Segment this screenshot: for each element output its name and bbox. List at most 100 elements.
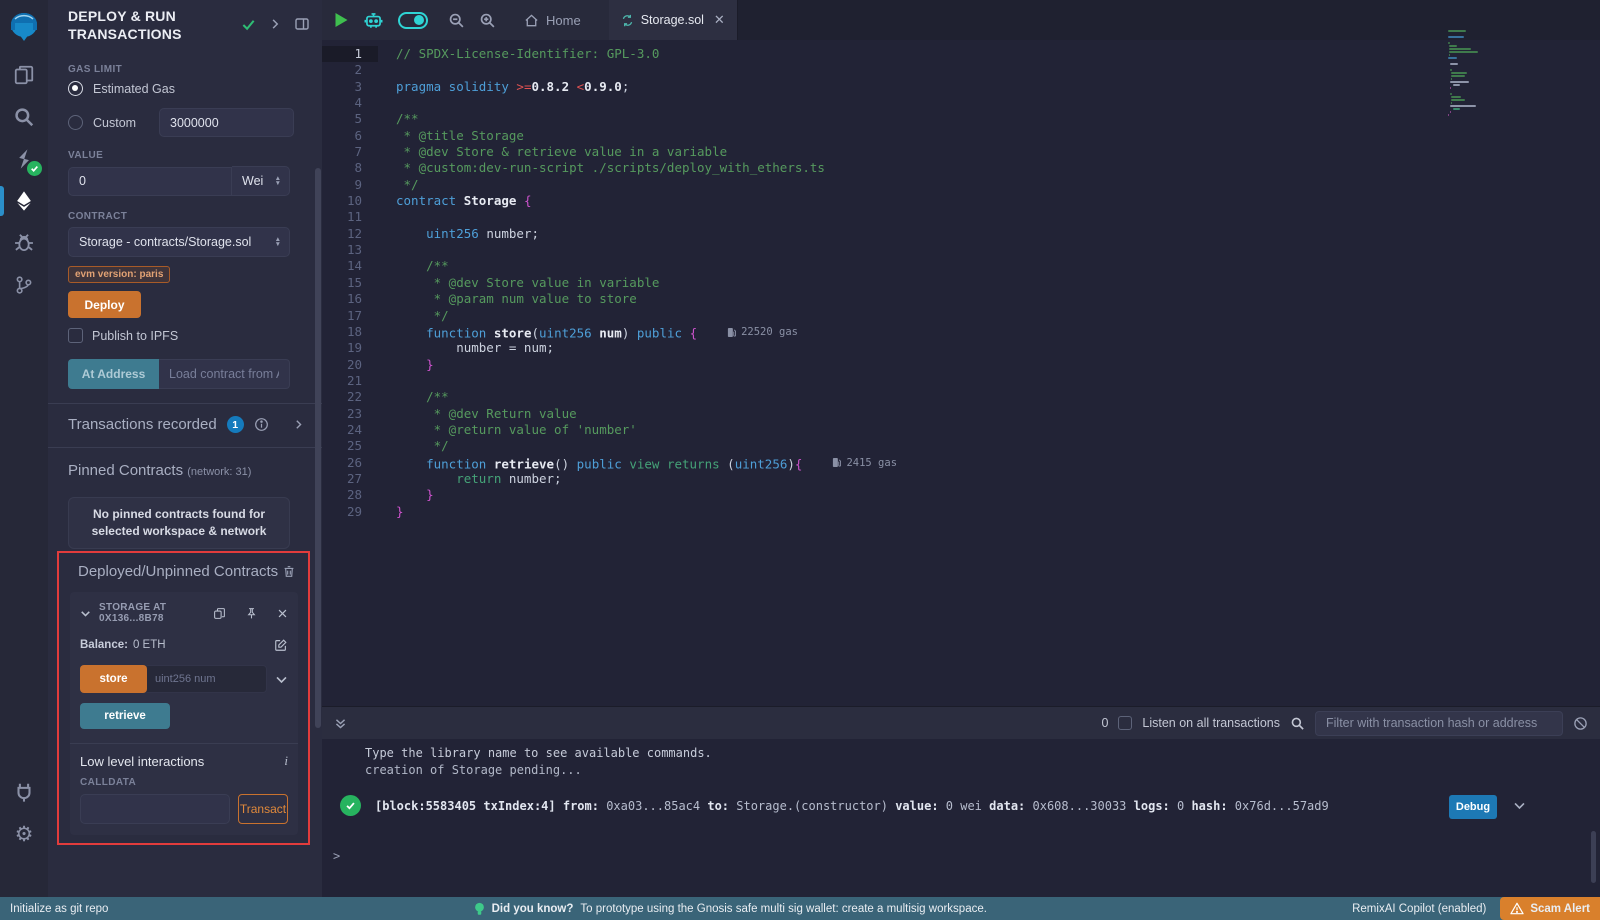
side-panel-scrollbar[interactable]	[315, 168, 321, 728]
search-icon[interactable]	[0, 96, 48, 138]
pinned-contracts-heading: Pinned Contracts (network: 31)	[68, 462, 310, 479]
pin-contract-icon[interactable]	[245, 607, 258, 620]
select-arrows-icon: ▲▼	[267, 237, 281, 247]
estimated-gas-radio[interactable]	[68, 81, 83, 96]
expand-args-chevron-icon[interactable]	[275, 673, 288, 686]
git-icon[interactable]	[0, 264, 48, 306]
file-explorer-icon[interactable]	[0, 54, 48, 96]
code-line: 27 return number;	[322, 471, 1600, 487]
panel-pin-view-icon[interactable]	[294, 16, 310, 32]
store-function-button[interactable]: store	[80, 665, 147, 693]
terminal-expand-icon[interactable]	[322, 717, 347, 730]
transact-button[interactable]: Transact	[238, 794, 288, 824]
terminal-scrollbar[interactable]	[1591, 831, 1596, 883]
edit-balance-icon[interactable]	[274, 638, 288, 652]
tab-close-icon[interactable]: ✕	[714, 12, 725, 28]
deploy-run-panel: DEPLOY & RUN TRANSACTIONS GAS LIMIT Esti…	[48, 0, 322, 897]
main-area: Home Storage.sol ✕ 1// SPDX-License-Iden…	[322, 0, 1600, 897]
code-line: 16 * @param num value to store	[322, 291, 1600, 307]
code-line: 10contract Storage {	[322, 193, 1600, 209]
home-tab[interactable]: Home	[510, 13, 595, 28]
tab-storage-sol[interactable]: Storage.sol ✕	[609, 0, 738, 40]
copilot-status[interactable]: RemixAI Copilot (enabled)	[1352, 903, 1486, 915]
listen-all-checkbox[interactable]	[1118, 716, 1132, 730]
terminal-output[interactable]: Type the library name to see available c…	[322, 739, 1600, 897]
code-line: 21	[322, 373, 1600, 389]
debugger-icon[interactable]	[0, 222, 48, 264]
contract-select[interactable]: Storage - contracts/Storage.sol ▲▼	[68, 227, 290, 257]
filter-tx-input[interactable]	[1315, 711, 1563, 736]
retrieve-function-button[interactable]: retrieve	[80, 703, 170, 729]
code-line: 4	[322, 95, 1600, 111]
no-pinned-contracts-box: No pinned contracts found for selected w…	[68, 497, 290, 549]
code-line: 11	[322, 209, 1600, 225]
custom-gas-input[interactable]	[159, 108, 294, 137]
gas-limit-label: GAS LIMIT	[68, 64, 310, 75]
tx-success-icon	[340, 795, 361, 816]
transaction-row[interactable]: [block:5583405 txIndex:4] from: 0xa03...…	[340, 795, 1520, 816]
value-unit-select[interactable]: Wei ▲▼	[232, 166, 290, 196]
copy-address-icon[interactable]	[213, 607, 226, 620]
tx-summary: [block:5583405 txIndex:4] from: 0xa03...…	[375, 799, 1329, 813]
gas-estimate-annotation: 22520 gas	[727, 324, 798, 340]
warning-icon	[1510, 902, 1524, 915]
evm-version-badge: evm version: paris	[68, 266, 170, 283]
terminal-line: Type the library name to see available c…	[322, 739, 1600, 762]
debug-button[interactable]: Debug	[1449, 795, 1497, 819]
gas-estimate-annotation: 2415 gas	[832, 455, 897, 471]
contract-collapse-chevron-icon[interactable]	[80, 608, 91, 619]
value-unit: Wei	[242, 174, 263, 188]
status-bar: Initialize as git repo Did you know? To …	[0, 897, 1600, 920]
git-init-status[interactable]: Initialize as git repo	[0, 903, 108, 915]
remix-logo-icon[interactable]	[0, 0, 48, 54]
contract-selected: Storage - contracts/Storage.sol	[79, 235, 251, 249]
code-line: 5/**	[322, 111, 1600, 127]
tx-expand-chevron-icon[interactable]	[1513, 799, 1526, 812]
terminal-prompt[interactable]: >	[333, 849, 340, 863]
info-icon[interactable]	[254, 417, 269, 432]
transactions-recorded-row[interactable]: Transactions recorded 1	[68, 416, 310, 433]
value-label: VALUE	[68, 150, 310, 161]
custom-gas-radio[interactable]	[68, 115, 83, 130]
code-line: 15 * @dev Store value in variable	[322, 275, 1600, 291]
contract-label: CONTRACT	[68, 211, 310, 222]
empty-line2: selected workspace & network	[92, 523, 267, 540]
deployed-contract-card: STORAGE AT 0X136...8B78 Balance: 0 ETH	[70, 592, 298, 835]
terminal-search-icon[interactable]	[1290, 716, 1305, 731]
code-editor[interactable]: 1// SPDX-License-Identifier: GPL-3.023pr…	[322, 40, 1600, 706]
deploy-run-icon[interactable]	[0, 180, 48, 222]
scam-alert-button[interactable]: Scam Alert	[1500, 897, 1600, 920]
value-input[interactable]	[68, 167, 232, 196]
ai-assistant-robot-icon[interactable]	[363, 10, 384, 31]
balance-label: Balance:	[80, 639, 128, 651]
plugin-manager-icon[interactable]	[0, 771, 48, 813]
terminal-line: creation of Storage pending...	[322, 762, 1600, 779]
trash-icon[interactable]	[282, 564, 296, 579]
zoom-out-icon[interactable]	[448, 12, 465, 29]
settings-gear-icon[interactable]: ⚙	[0, 813, 48, 855]
transactions-expand-chevron-icon[interactable]	[293, 419, 304, 430]
editor-minimap[interactable]	[1448, 30, 1514, 117]
at-address-input[interactable]	[159, 359, 290, 389]
publish-ipfs-checkbox[interactable]	[68, 328, 83, 343]
panel-chevron-right-icon[interactable]	[269, 18, 281, 30]
calldata-input[interactable]	[80, 794, 230, 824]
at-address-button[interactable]: At Address	[68, 359, 159, 389]
divider	[48, 403, 322, 404]
compile-success-badge	[27, 161, 42, 176]
zoom-in-icon[interactable]	[479, 12, 496, 29]
code-line: 3pragma solidity >=0.8.2 <0.9.0;	[322, 79, 1600, 95]
remove-contract-icon[interactable]	[277, 608, 288, 619]
home-label: Home	[546, 13, 581, 28]
deploy-button[interactable]: Deploy	[68, 291, 141, 318]
activity-bar: ⚙	[0, 0, 48, 897]
low-level-info-icon[interactable]: i	[284, 753, 288, 769]
code-lines: 1// SPDX-License-Identifier: GPL-3.023pr…	[322, 40, 1600, 520]
transactions-count-badge: 1	[227, 416, 244, 433]
solidity-compiler-icon[interactable]	[0, 138, 48, 180]
run-script-play-icon[interactable]	[334, 12, 349, 28]
store-arg-input[interactable]	[147, 665, 267, 693]
copilot-toggle[interactable]	[398, 12, 428, 29]
panel-check-icon[interactable]	[241, 17, 256, 32]
clear-console-icon[interactable]	[1573, 716, 1588, 731]
